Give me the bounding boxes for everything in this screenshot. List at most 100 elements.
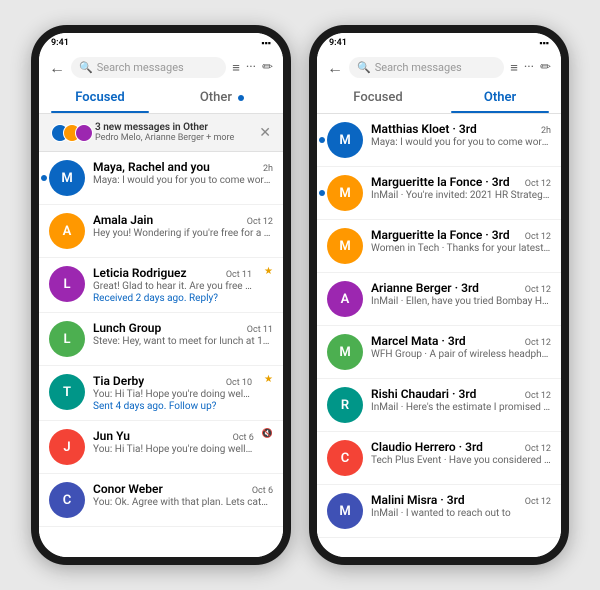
message-item[interactable]: L Lunch GroupOct 11Steve: Hey, want to me…: [39, 313, 283, 366]
avatar-container: A: [49, 213, 85, 249]
message-list-left: MMaya, Rachel and you2hMaya: I would you…: [39, 152, 283, 557]
filter-icon-right[interactable]: ≡: [510, 60, 518, 76]
message-preview: Maya: I would you for you to come work w…: [371, 137, 551, 148]
message-item[interactable]: C Claudio Herrero · 3rdOct 12Tech Plus Ev…: [317, 432, 561, 485]
filter-icon-left[interactable]: ≡: [232, 60, 240, 76]
message-content: Claudio Herrero · 3rdOct 12Tech Plus Eve…: [371, 440, 551, 466]
search-bar-right[interactable]: 🔍 Search messages: [349, 57, 504, 78]
sender-name: Jun Yu: [93, 429, 130, 443]
status-icons-right: ▪▪▪: [539, 38, 549, 49]
message-content: Tia Derby Oct 10You: Hi Tia! Hope you're …: [93, 374, 252, 412]
sender-name: Maya, Rachel and you: [93, 160, 210, 174]
sender-name: Malini Misra · 3rd: [371, 493, 465, 507]
message-item[interactable]: A Amala JainOct 12Hey you! Wondering if y…: [39, 205, 283, 258]
search-icon-left: 🔍: [79, 61, 93, 74]
notif-sub-left: Pedro Melo, Arianne Berger + more: [95, 133, 234, 143]
message-item[interactable]: A Arianne Berger · 3rdOct 12InMail · Elle…: [317, 273, 561, 326]
message-preview: Maya: I would you for you to come work w…: [93, 175, 273, 186]
message-preview: You: Hi Tia! Hope you're doing well...: [93, 389, 252, 400]
tab-other-left[interactable]: Other: [161, 82, 283, 113]
avatar-container: C: [49, 482, 85, 518]
back-button-right[interactable]: ←: [327, 58, 343, 78]
tab-focused-left[interactable]: Focused: [39, 82, 161, 113]
avatar: C: [49, 482, 85, 518]
avatar-container: R: [327, 387, 363, 423]
message-preview: Hey you! Wondering if you're free for a …: [93, 228, 273, 239]
message-item[interactable]: M Margueritte la Fonce · 3rdOct 12Women i…: [317, 220, 561, 273]
sender-name: Arianne Berger · 3rd: [371, 281, 479, 295]
avatar: M: [327, 122, 363, 158]
message-item[interactable]: J Jun Yu Oct 6You: Hi Tia! Hope you're doi…: [39, 421, 283, 474]
phones-container: 9:41 ▪▪▪ ← 🔍 Search messages ≡ ··· ✏: [11, 5, 589, 585]
message-time: Oct 12: [525, 232, 551, 242]
message-item[interactable]: M Matthias Kloet · 3rd 2hMaya: I would you…: [317, 114, 561, 167]
compose-icon-right[interactable]: ✏: [540, 60, 551, 75]
unread-dot: [319, 190, 325, 196]
message-content: Margueritte la Fonce · 3rdOct 12Women in…: [371, 228, 551, 254]
message-content: Matthias Kloet · 3rd 2hMaya: I would you …: [371, 122, 551, 148]
message-item[interactable]: MMaya, Rachel and you2hMaya: I would you…: [39, 152, 283, 205]
other-dot-left: [238, 95, 244, 101]
compose-icon-left[interactable]: ✏: [262, 60, 273, 75]
search-bar-left[interactable]: 🔍 Search messages: [71, 57, 226, 78]
message-item[interactable]: MMarcel Mata · 3rdOct 12WFH Group · A pa…: [317, 326, 561, 379]
message-content: Arianne Berger · 3rdOct 12InMail · Ellen…: [371, 281, 551, 307]
tabs-right: Focused Other: [317, 82, 561, 114]
header-right: ← 🔍 Search messages ≡ ··· ✏: [317, 53, 561, 82]
avatar: L: [49, 321, 85, 357]
left-phone: 9:41 ▪▪▪ ← 🔍 Search messages ≡ ··· ✏: [31, 25, 291, 565]
message-preview: Steve: Hey, want to meet for lunch at 1p…: [93, 336, 273, 347]
avatar-container: L: [49, 266, 85, 302]
header-icons-left: ≡ ··· ✏: [232, 60, 273, 76]
message-item[interactable]: RRishi Chaudari · 3rdOct 12InMail · Here…: [317, 379, 561, 432]
avatar-container: T: [49, 374, 85, 410]
more-icon-left[interactable]: ···: [246, 60, 256, 75]
message-preview: You: Ok. Agree with that plan. Lets catc…: [93, 497, 273, 508]
avatar: C: [327, 440, 363, 476]
back-button-left[interactable]: ←: [49, 58, 65, 78]
message-content: Marcel Mata · 3rdOct 12WFH Group · A pai…: [371, 334, 551, 360]
message-item[interactable]: C Conor Weber Oct 6You: Ok. Agree with tha…: [39, 474, 283, 527]
avatar: M: [327, 493, 363, 529]
more-icon-right[interactable]: ···: [524, 60, 534, 75]
sender-name: Tia Derby: [93, 374, 144, 388]
message-time: Oct 6: [252, 486, 273, 496]
tab-focused-right[interactable]: Focused: [317, 82, 439, 113]
muted-icon: 🔇: [262, 429, 273, 439]
header-left: ← 🔍 Search messages ≡ ··· ✏: [39, 53, 283, 82]
message-item[interactable]: LLeticia RodriguezOct 11Great! Glad to h…: [39, 258, 283, 313]
message-time: Oct 12: [525, 444, 551, 454]
search-icon-right: 🔍: [357, 61, 371, 74]
message-preview: InMail · I wanted to reach out to: [371, 508, 551, 519]
message-content: Margueritte la Fonce · 3rdOct 12InMail ·…: [371, 175, 551, 201]
message-preview: You: Hi Tia! Hope you're doing well! Doe…: [93, 444, 254, 455]
sender-name: Conor Weber: [93, 482, 163, 496]
star-icon: ★: [264, 266, 273, 277]
message-time: Oct 10: [226, 378, 252, 388]
message-item[interactable]: T Tia Derby Oct 10You: Hi Tia! Hope you're…: [39, 366, 283, 421]
notif-close-button-left[interactable]: ✕: [259, 125, 271, 141]
search-placeholder-right: Search messages: [375, 61, 462, 74]
message-item[interactable]: M Margueritte la Fonce · 3rdOct 12InMail …: [317, 167, 561, 220]
message-content: Jun Yu Oct 6You: Hi Tia! Hope you're doin…: [93, 429, 254, 455]
message-time: 2h: [541, 126, 551, 136]
message-time: 2h: [263, 164, 273, 174]
avatar-container: L: [49, 321, 85, 357]
avatar: M: [327, 228, 363, 264]
avatar-container: C: [327, 440, 363, 476]
message-time: Oct 11: [247, 325, 273, 335]
notification-banner-left: 3 new messages in Other Pedro Melo, Aria…: [39, 114, 283, 152]
sender-name: Matthias Kloet · 3rd: [371, 122, 477, 136]
avatar: L: [49, 266, 85, 302]
header-icons-right: ≡ ··· ✏: [510, 60, 551, 76]
message-content: Lunch GroupOct 11Steve: Hey, want to mee…: [93, 321, 273, 347]
tab-other-right[interactable]: Other: [439, 82, 561, 113]
right-phone: 9:41 ▪▪▪ ← 🔍 Search messages ≡ ··· ✏: [309, 25, 569, 565]
avatar-container: M: [327, 175, 363, 211]
message-preview2: Sent 4 days ago. Follow up?: [93, 401, 252, 412]
avatar: A: [327, 281, 363, 317]
avatar-container: J: [49, 429, 85, 465]
message-time: Oct 6: [233, 433, 254, 443]
message-content: Amala JainOct 12Hey you! Wondering if yo…: [93, 213, 273, 239]
message-item[interactable]: MMalini Misra · 3rdOct 12InMail · I want…: [317, 485, 561, 538]
